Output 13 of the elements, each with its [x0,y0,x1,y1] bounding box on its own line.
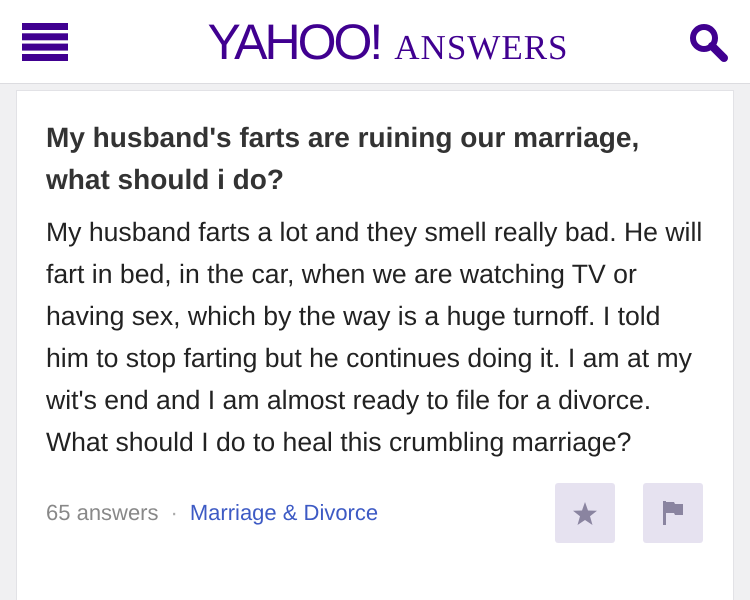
star-button[interactable] [555,483,615,543]
search-icon[interactable] [688,22,728,62]
category-link[interactable]: Marriage & Divorce [190,500,378,526]
flag-icon [662,501,684,525]
flag-button[interactable] [643,483,703,543]
answer-count: 65 answers [46,500,159,526]
logo[interactable]: YAHOO! [207,12,380,70]
separator: · [170,500,178,526]
section-title: ANSWERS [394,28,569,68]
question-body: My husband farts a lot and they smell really bad. He will fart in bed, in the car, when we are watching TV or having sex, which by the way is a huge turnoff. I told him to stop farting but he continues doing it. I am at my wit's end and I am almost ready to file for a divorce. What should I do to heal this crumbling marriage? [46,216,703,459]
question-title: My husband's farts are ruining our marriage, what should i do? [46,121,640,197]
menu-icon[interactable] [22,22,68,60]
star-icon [573,502,597,524]
